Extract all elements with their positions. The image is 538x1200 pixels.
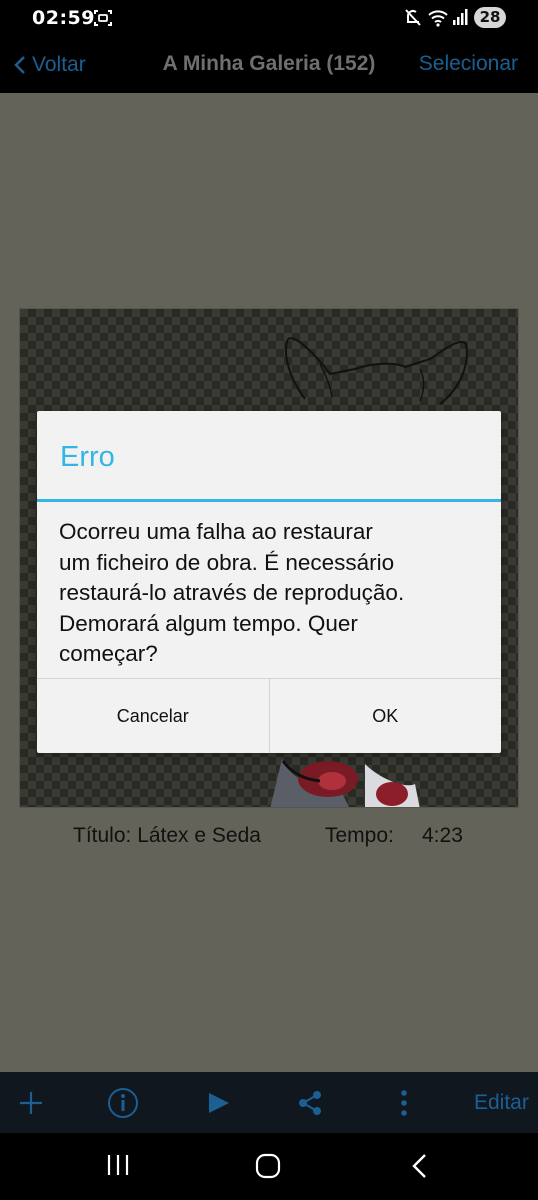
artwork-time-label: Tempo: [325,824,394,847]
back-icon[interactable] [410,1153,428,1184]
home-icon[interactable] [255,1153,281,1184]
dialog-message-line: restaurá-lo através de reprodução. [59,580,405,605]
share-icon[interactable] [295,1072,325,1133]
error-dialog: Erro Ocorreu uma falha ao restaurar um f… [37,411,501,753]
dialog-buttons: Cancelar OK [37,678,501,753]
recent-apps-icon[interactable] [105,1153,131,1182]
cancel-button[interactable]: Cancelar [37,679,269,753]
status-bar: 02:59 28 [0,0,538,36]
dialog-title: Erro [60,441,115,473]
bottom-toolbar: Editar [0,1072,538,1133]
navigation-bar [0,1133,538,1200]
ok-button[interactable]: OK [268,679,502,753]
more-icon[interactable] [393,1072,415,1133]
artwork-title: Título: Látex e Seda [73,824,261,847]
back-button[interactable]: Voltar [14,50,86,80]
wifi-icon [427,8,449,33]
dialog-message-line: um ficheiro de obra. É necessário [59,549,395,575]
dialog-message-line: Ocorreu uma falha ao restaurar [59,519,373,544]
chevron-left-icon [14,56,25,74]
back-label: Voltar [32,53,86,76]
screenshot-icon [93,8,113,33]
signal-icon [452,8,468,31]
edit-button[interactable]: Editar [474,1091,529,1115]
screen: 02:59 28 Voltar A Minha Galeria (152) Se… [0,0,538,1200]
status-time: 02:59 [32,7,95,29]
mute-icon [404,8,422,33]
play-icon[interactable] [204,1072,234,1133]
dialog-divider [37,499,501,502]
artwork-time-value: 4:23 [422,824,463,847]
dialog-message-line: Demorará algum tempo. Quer [59,610,358,636]
dialog-message-line: começar? [59,641,158,666]
battery-badge: 28 [474,7,506,28]
app-header: Voltar A Minha Galeria (152) Selecionar [0,36,538,93]
add-icon[interactable] [14,1072,48,1133]
dialog-message: Ocorreu uma falha ao restaurar um fichei… [59,517,489,670]
info-icon[interactable] [105,1072,141,1133]
select-button[interactable]: Selecionar [419,52,518,76]
